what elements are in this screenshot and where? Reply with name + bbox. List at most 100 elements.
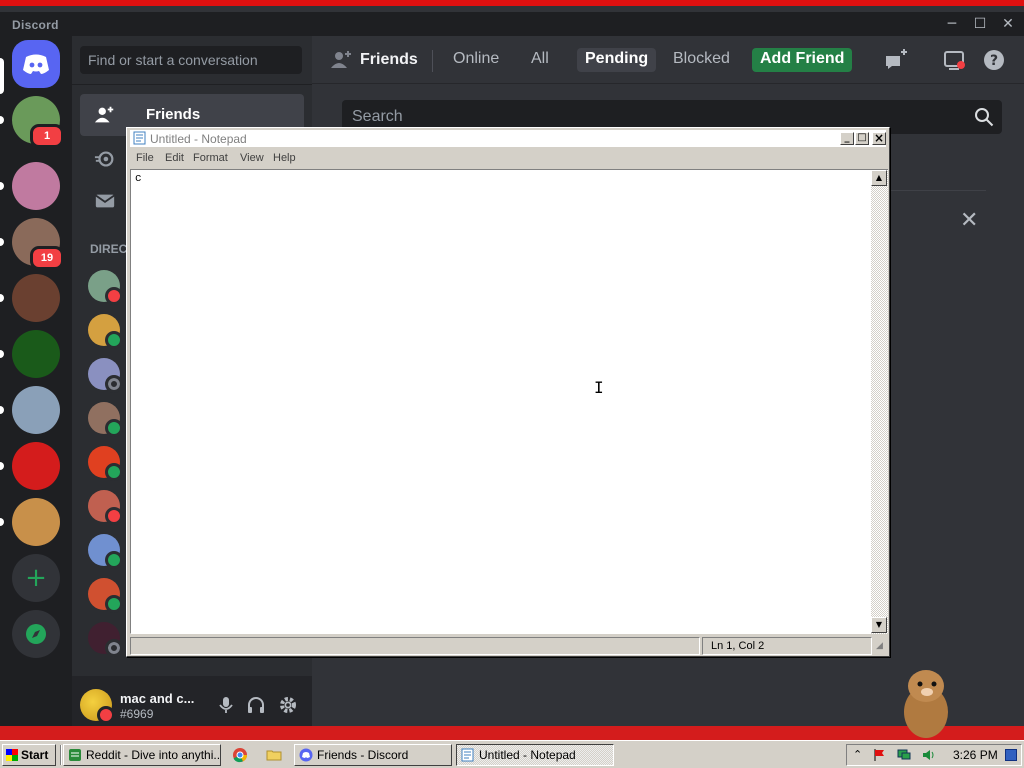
unread-pill [0, 350, 4, 358]
minimize-button[interactable]: ─ [944, 16, 960, 32]
chrome-icon[interactable] [232, 747, 248, 763]
mention-badge: 1 [30, 124, 64, 148]
new-group-dm-icon[interactable] [884, 48, 908, 72]
online-status-icon [105, 595, 123, 613]
status-empty [130, 637, 700, 655]
dm-avatar[interactable] [88, 534, 123, 569]
discord-icon [299, 748, 313, 762]
start-label: Start [21, 748, 49, 762]
show-desktop-icon[interactable] [1005, 749, 1017, 761]
server-icon[interactable] [12, 386, 60, 434]
tab-pending[interactable]: Pending [577, 48, 657, 72]
notepad-icon [461, 748, 474, 762]
discord-logo-icon [23, 54, 49, 74]
dnd-status-icon [105, 507, 123, 525]
dm-avatar[interactable] [88, 314, 123, 349]
settings-gear-icon[interactable] [278, 695, 298, 715]
task-notepad[interactable]: Untitled - Notepad [456, 744, 614, 766]
dnd-status-icon [97, 706, 115, 724]
status-position: Ln 1, Col 2 [702, 637, 872, 655]
clock: 3:26 PM [953, 748, 998, 762]
server-list: 1 19 + [0, 36, 72, 746]
user-avatar[interactable] [80, 689, 115, 724]
tab-blocked[interactable]: Blocked [665, 48, 738, 72]
server-icon[interactable] [12, 162, 60, 210]
add-server-button[interactable]: + [12, 554, 60, 602]
start-button[interactable]: Start [2, 744, 56, 766]
notepad-close-button[interactable]: × [872, 132, 886, 145]
notepad-minimize-button[interactable]: _ [840, 132, 854, 145]
unread-pill [0, 116, 4, 124]
direct-messages-header: DIREC [90, 242, 128, 256]
plus-icon: + [25, 563, 47, 593]
tab-all[interactable]: All [523, 48, 557, 72]
online-status-icon [105, 463, 123, 481]
dm-avatar[interactable] [88, 358, 123, 393]
dm-search-input[interactable]: Find or start a conversation [80, 46, 302, 74]
tab-online[interactable]: Online [445, 48, 507, 72]
friends-icon [94, 106, 114, 123]
server-icon[interactable]: 19 [12, 218, 64, 270]
network-icon[interactable] [897, 748, 911, 762]
menu-edit[interactable]: Edit [165, 152, 184, 164]
menu-format[interactable]: Format [193, 152, 228, 164]
help-icon[interactable]: ? [982, 48, 1006, 72]
menu-file[interactable]: File [136, 152, 154, 164]
scroll-up-icon[interactable]: ▲ [871, 170, 887, 186]
background-banner [0, 726, 1024, 740]
offline-status-icon [105, 375, 123, 393]
unread-pill [0, 462, 4, 470]
discord-home-button[interactable] [12, 40, 60, 88]
add-friend-button[interactable]: Add Friend [752, 48, 853, 72]
vertical-scrollbar[interactable]: ▲ ▼ [871, 169, 888, 634]
close-icon[interactable]: ✕ [960, 208, 978, 233]
unread-pill [0, 182, 4, 190]
explore-servers-button[interactable] [12, 610, 60, 658]
headphones-icon[interactable] [246, 695, 266, 715]
close-button[interactable]: ✕ [1000, 16, 1016, 32]
volume-icon[interactable] [921, 748, 935, 762]
notepad-titlebar[interactable]: Untitled - Notepad _ □ × [130, 130, 886, 147]
friends-label: Friends [146, 106, 201, 123]
nitro-icon[interactable] [94, 148, 116, 170]
topbar-title: Friends [360, 51, 418, 68]
notepad-text-area[interactable]: c [130, 169, 874, 634]
resize-grip-icon[interactable]: ◢ [876, 641, 883, 651]
show-hidden-icons-icon[interactable]: ⌃ [853, 748, 867, 762]
server-icon[interactable] [12, 442, 60, 490]
microphone-icon[interactable] [216, 695, 236, 715]
dm-avatar[interactable] [88, 402, 123, 437]
folder-icon[interactable] [266, 747, 282, 763]
dnd-status-icon [105, 287, 123, 305]
task-label: Friends - Discord [317, 748, 409, 762]
task-discord[interactable]: Friends - Discord [294, 744, 452, 766]
menu-help[interactable]: Help [273, 152, 296, 164]
dm-avatar[interactable] [88, 490, 123, 525]
menu-view[interactable]: View [240, 152, 264, 164]
task-label: Reddit - Dive into anythi... [86, 748, 221, 762]
notepad-title: Untitled - Notepad [150, 132, 247, 146]
server-icon[interactable] [12, 274, 60, 322]
inbox-icon[interactable] [942, 48, 966, 72]
notepad-maximize-button[interactable]: □ [855, 132, 869, 145]
server-icon[interactable] [12, 330, 60, 378]
divider [432, 50, 433, 72]
flag-alert-icon[interactable] [873, 748, 887, 762]
divider [72, 84, 312, 85]
system-tray: ⌃ 3:26 PM [846, 744, 1022, 766]
dm-avatar[interactable] [88, 270, 123, 305]
dm-avatar[interactable] [88, 622, 123, 657]
discord-titlebar: Discord ─ ☐ ✕ [0, 12, 1024, 36]
online-status-icon [105, 551, 123, 569]
maximize-button[interactable]: ☐ [972, 16, 988, 32]
dm-avatar[interactable] [88, 446, 123, 481]
friends-icon [331, 51, 351, 68]
selected-pill [0, 58, 4, 94]
scroll-down-icon[interactable]: ▼ [871, 617, 887, 633]
server-icon[interactable]: 1 [12, 96, 64, 148]
dm-avatar[interactable] [88, 578, 123, 613]
online-status-icon [105, 331, 123, 349]
mail-icon[interactable] [94, 190, 116, 212]
server-icon[interactable] [12, 498, 60, 546]
task-reddit[interactable]: Reddit - Dive into anythi... [63, 744, 221, 766]
